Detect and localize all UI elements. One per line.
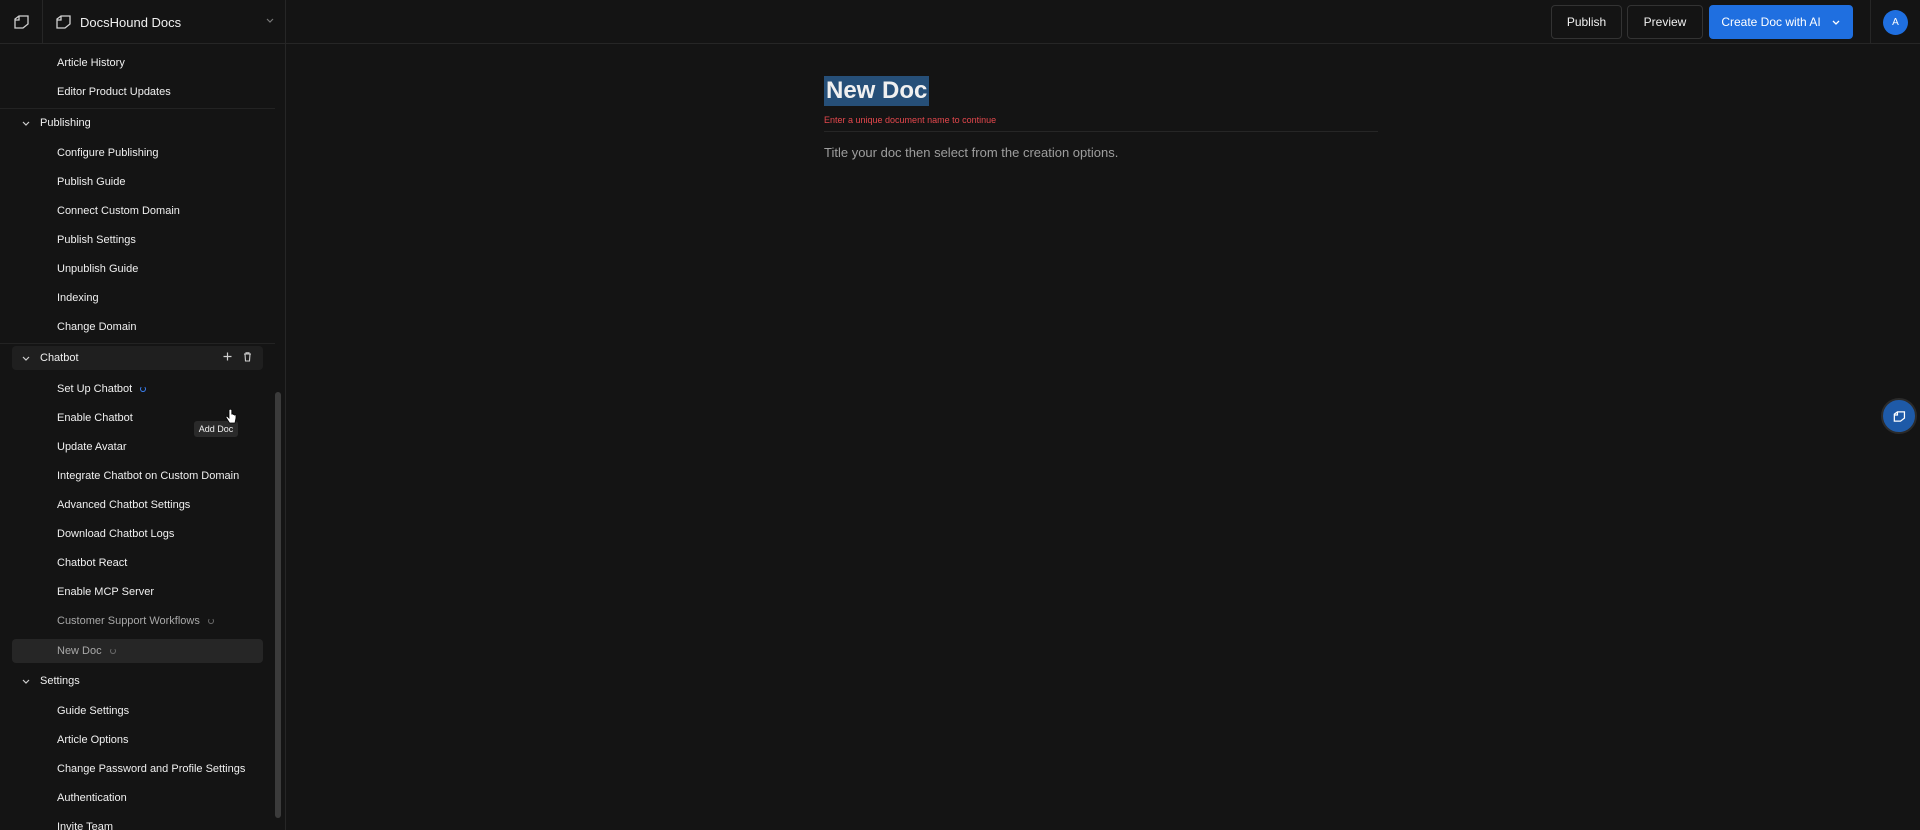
sidebar-item-integrate-chatbot-on-custom-domain[interactable]: Integrate Chatbot on Custom Domain xyxy=(12,464,263,488)
sidebar: Article History Editor Product Updates P… xyxy=(0,44,286,830)
doc-title-input[interactable]: New Doc xyxy=(824,76,930,106)
project-name: DocsHound Docs xyxy=(80,14,182,30)
sidebar-item-enable-mcp-server[interactable]: Enable MCP Server xyxy=(12,580,263,604)
sidebar-item-label: Customer Support Workflows xyxy=(57,615,200,627)
sidebar-item-publish-guide[interactable]: Publish Guide xyxy=(12,170,263,194)
chevron-down-icon xyxy=(266,18,274,23)
sidebar-item-chatbot-react[interactable]: Chatbot React xyxy=(12,551,263,575)
sidebar-group-label: Settings xyxy=(40,675,80,687)
trash-icon[interactable] xyxy=(242,351,253,362)
sidebar-item-label: Article Options xyxy=(57,734,129,746)
sidebar-item-article-options[interactable]: Article Options xyxy=(12,728,263,752)
sidebar-item-label: Integrate Chatbot on Custom Domain xyxy=(57,470,240,482)
project-switcher[interactable]: DocsHound Docs xyxy=(43,0,286,44)
sidebar-item-change-password-and-profile-settings[interactable]: Change Password and Profile Settings xyxy=(12,757,263,781)
sidebar-group-label: Chatbot xyxy=(40,352,79,364)
sidebar-item-label: Guide Settings xyxy=(57,705,130,717)
sidebar-item-guide-settings[interactable]: Guide Settings xyxy=(12,699,263,723)
sidebar-item-authentication[interactable]: Authentication xyxy=(12,786,263,810)
chevron-down-icon[interactable] xyxy=(21,353,31,363)
pending-spinner-icon xyxy=(109,648,116,654)
sidebar-item-label: Publish Guide xyxy=(57,176,126,188)
top-bar: DocsHound Docs Publish Preview Create Do… xyxy=(0,0,1920,44)
sidebar-item-invite-team[interactable]: Invite Team xyxy=(12,815,263,830)
avatar[interactable]: A xyxy=(1883,9,1908,35)
sidebar-item-configure-publishing[interactable]: Configure Publishing xyxy=(12,141,263,165)
sidebar-item-label: Article History xyxy=(57,57,125,69)
sidebar-group-settings[interactable]: Settings xyxy=(12,669,263,693)
loading-spinner-icon xyxy=(140,386,147,392)
sidebar-group-chatbot[interactable]: Chatbot xyxy=(12,346,263,370)
app-logo-button[interactable] xyxy=(0,0,43,44)
sidebar-scrollbar[interactable] xyxy=(275,392,281,818)
create-doc-with-ai-button[interactable]: Create Doc with AI xyxy=(1709,5,1853,39)
hand-cursor-icon xyxy=(225,409,237,424)
sidebar-group-publishing[interactable]: Publishing xyxy=(12,111,263,135)
sidebar-item-label: Invite Team xyxy=(57,821,114,830)
sidebar-item-editor-product-updates[interactable]: Editor Product Updates xyxy=(12,80,263,104)
sidebar-item-label: Chatbot React xyxy=(57,557,128,569)
sidebar-item-label: Configure Publishing xyxy=(57,147,159,159)
sidebar-item-label: Publish Settings xyxy=(57,234,136,246)
sidebar-item-advanced-chatbot-settings[interactable]: Advanced Chatbot Settings xyxy=(12,493,263,517)
sidebar-group-label: Publishing xyxy=(40,117,91,129)
sidebar-item-new-doc[interactable]: New Doc xyxy=(12,639,263,663)
plus-icon[interactable] xyxy=(222,351,233,362)
editor-area: New Doc Enter a unique document name to … xyxy=(286,44,1920,830)
sidebar-item-label: Connect Custom Domain xyxy=(57,205,180,217)
sidebar-item-label: Advanced Chatbot Settings xyxy=(57,499,191,511)
editor-hint: Title your doc then select from the crea… xyxy=(824,145,1119,160)
sidebar-item-label: Authentication xyxy=(57,792,127,804)
sidebar-item-set-up-chatbot[interactable]: Set Up Chatbot xyxy=(12,377,263,401)
sidebar-item-label: Enable Chatbot xyxy=(57,412,133,424)
docshound-logo-icon xyxy=(14,15,29,29)
chatbot-launcher-button[interactable] xyxy=(1881,398,1917,434)
docshound-logo-icon xyxy=(1893,410,1906,422)
sidebar-item-label: Enable MCP Server xyxy=(57,586,155,598)
sidebar-item-label: Indexing xyxy=(57,292,99,304)
sidebar-item-download-chatbot-logs[interactable]: Download Chatbot Logs xyxy=(12,522,263,546)
divider xyxy=(0,108,275,109)
chevron-down-icon[interactable] xyxy=(21,676,31,686)
chevron-down-icon[interactable] xyxy=(21,118,31,128)
sidebar-item-label: Editor Product Updates xyxy=(57,86,171,98)
sidebar-item-change-domain[interactable]: Change Domain xyxy=(12,315,263,339)
preview-button[interactable]: Preview xyxy=(1627,5,1703,39)
sidebar-item-label: New Doc xyxy=(57,645,102,657)
publish-button[interactable]: Publish xyxy=(1551,5,1622,39)
pending-spinner-icon xyxy=(207,618,214,624)
docshound-logo-icon xyxy=(56,15,71,29)
sidebar-item-label: Unpublish Guide xyxy=(57,263,139,275)
sidebar-item-customer-support-workflows[interactable]: Customer Support Workflows xyxy=(12,609,263,633)
sidebar-item-unpublish-guide[interactable]: Unpublish Guide xyxy=(12,257,263,281)
sidebar-item-label: Update Avatar xyxy=(57,441,127,453)
sidebar-item-update-avatar[interactable]: Update Avatar xyxy=(12,435,263,459)
sidebar-item-label: Change Domain xyxy=(57,321,137,333)
divider xyxy=(824,131,1378,132)
sidebar-item-label: Change Password and Profile Settings xyxy=(57,763,246,775)
title-error-message: Enter a unique document name to continue xyxy=(824,115,997,125)
sidebar-item-article-history[interactable]: Article History xyxy=(12,51,263,75)
sidebar-item-publish-settings[interactable]: Publish Settings xyxy=(12,228,263,252)
divider xyxy=(0,343,275,344)
sidebar-item-connect-custom-domain[interactable]: Connect Custom Domain xyxy=(12,199,263,223)
sidebar-item-indexing[interactable]: Indexing xyxy=(12,286,263,310)
chevron-down-icon[interactable] xyxy=(1831,17,1841,27)
sidebar-item-label: Set Up Chatbot xyxy=(57,383,133,395)
create-doc-with-ai-label: Create Doc with AI xyxy=(1721,15,1821,29)
sidebar-item-label: Download Chatbot Logs xyxy=(57,528,175,540)
